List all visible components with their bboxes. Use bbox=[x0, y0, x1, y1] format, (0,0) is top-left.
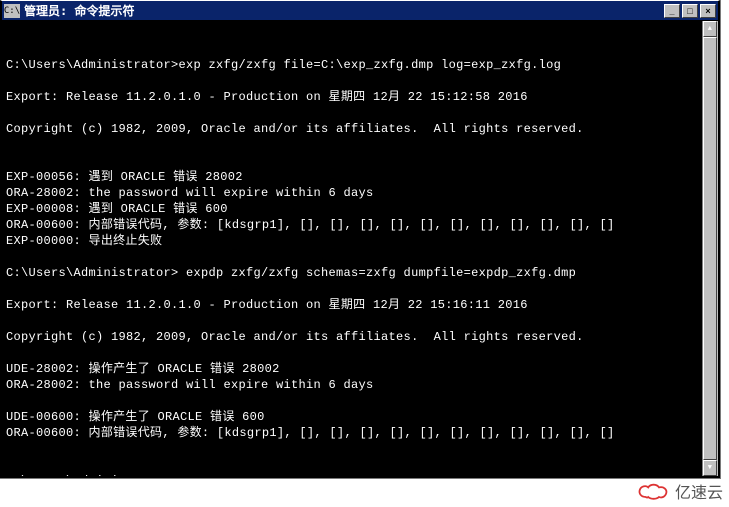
command-prompt-window: C:\ 管理员: 命令提示符 _ □ × C:\Users\Administra… bbox=[0, 0, 720, 478]
console-line: UDE-28002: 操作产生了 ORACLE 错误 28002 bbox=[6, 362, 280, 376]
scroll-down-button[interactable]: ▼ bbox=[703, 460, 717, 476]
watermark: 亿速云 bbox=[635, 479, 723, 503]
watermark-text: 亿速云 bbox=[675, 479, 723, 503]
console-line: Copyright (c) 1982, 2009, Oracle and/or … bbox=[6, 330, 584, 344]
console-line: ORA-28002: the password will expire with… bbox=[6, 378, 374, 392]
console-line: EXP-00000: 导出终止失败 bbox=[6, 234, 162, 248]
console-line: EXP-00056: 遇到 ORACLE 错误 28002 bbox=[6, 170, 243, 184]
window-icon: C:\ bbox=[4, 4, 20, 18]
maximize-button[interactable]: □ bbox=[682, 4, 698, 18]
vertical-scrollbar[interactable]: ▲ ▼ bbox=[702, 21, 718, 476]
console-line: C:\Users\Administrator> expdp zxfg/zxfg … bbox=[6, 266, 576, 280]
console-line: ORA-00600: 内部错误代码, 参数: [kdsgrp1], [], []… bbox=[6, 426, 614, 440]
console-line: Export: Release 11.2.0.1.0 - Production … bbox=[6, 90, 528, 104]
scroll-thumb[interactable] bbox=[703, 37, 717, 460]
console-line: ORA-00600: 内部错误代码, 参数: [kdsgrp1], [], []… bbox=[6, 218, 614, 232]
scroll-up-button[interactable]: ▲ bbox=[703, 21, 717, 37]
titlebar-buttons: _ □ × bbox=[662, 4, 716, 18]
console-line: EXP-00008: 遇到 ORACLE 错误 600 bbox=[6, 202, 228, 216]
console-line: Copyright (c) 1982, 2009, Oracle and/or … bbox=[6, 122, 584, 136]
console-area[interactable]: C:\Users\Administrator>exp zxfg/zxfg fil… bbox=[2, 21, 718, 476]
minimize-button[interactable]: _ bbox=[664, 4, 680, 18]
titlebar[interactable]: C:\ 管理员: 命令提示符 _ □ × bbox=[2, 1, 718, 21]
close-button[interactable]: × bbox=[700, 4, 716, 18]
watermark-logo-icon bbox=[635, 480, 671, 502]
console-line: C:\Users\Administrator>exp zxfg/zxfg fil… bbox=[6, 58, 561, 72]
console-prompt-line: C:\Users\Administrator> bbox=[6, 474, 179, 476]
console-line: UDE-00600: 操作产生了 ORACLE 错误 600 bbox=[6, 410, 265, 424]
console-line: Export: Release 11.2.0.1.0 - Production … bbox=[6, 298, 528, 312]
console-content: C:\Users\Administrator>exp zxfg/zxfg fil… bbox=[6, 25, 700, 476]
console-line: ORA-28002: the password will expire with… bbox=[6, 186, 374, 200]
titlebar-left: C:\ 管理员: 命令提示符 bbox=[4, 2, 134, 19]
window-title: 管理员: 命令提示符 bbox=[24, 2, 134, 19]
